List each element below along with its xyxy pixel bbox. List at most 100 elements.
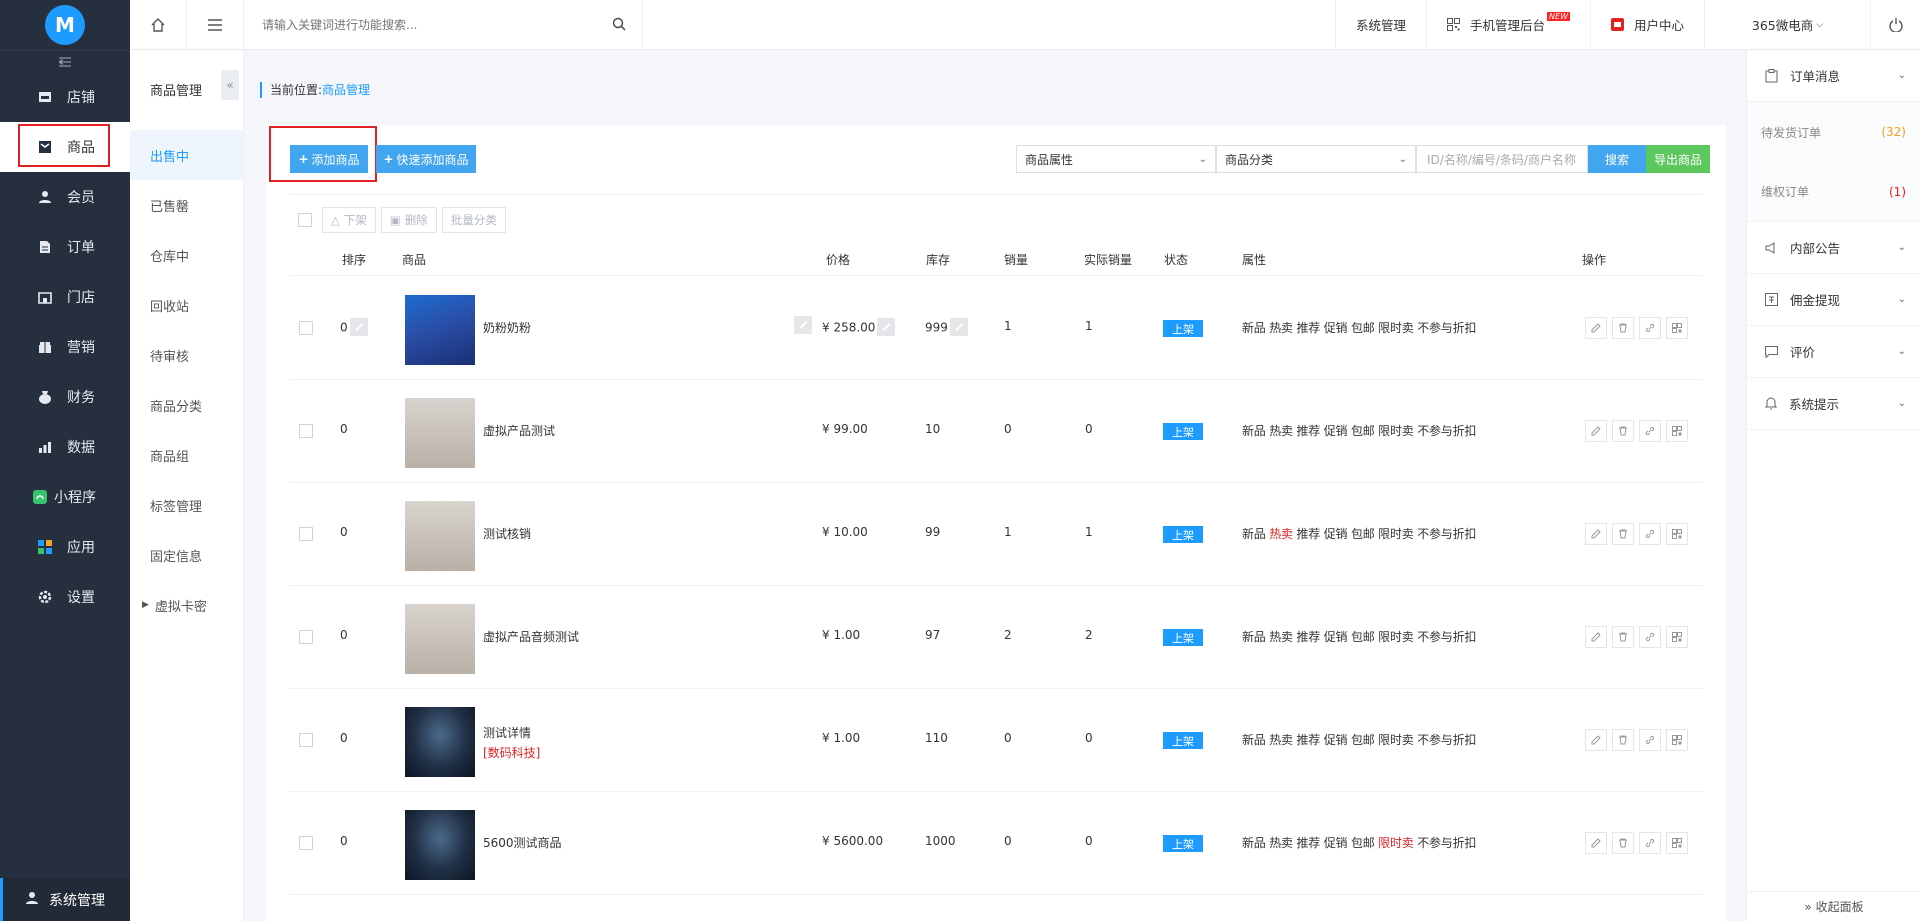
link-icon[interactable] — [1639, 420, 1661, 442]
status-badge[interactable]: 上架 — [1163, 320, 1203, 337]
edit-icon[interactable] — [349, 318, 368, 336]
attr-tag[interactable]: 包邮 — [1351, 424, 1375, 438]
search-icon[interactable] — [612, 17, 626, 35]
product-name[interactable]: 虚拟产品音频测试 — [483, 628, 579, 645]
edit-icon[interactable] — [1585, 317, 1607, 339]
product-image[interactable] — [405, 604, 475, 674]
attr-tag[interactable]: 新品 — [1242, 630, 1266, 644]
qrcode-icon[interactable] — [1666, 626, 1688, 648]
stock-value[interactable]: 99 — [925, 525, 940, 539]
header-real-sales[interactable]: 实际销量 — [1084, 251, 1132, 268]
trash-icon[interactable] — [1612, 626, 1634, 648]
product-name[interactable]: 奶粉奶粉 — [483, 319, 531, 336]
subnav-item-group[interactable]: 商品组 — [130, 430, 243, 480]
edit-icon[interactable] — [1585, 832, 1607, 854]
subnav-item-sold-out[interactable]: 已售罄 — [130, 180, 243, 230]
trash-icon[interactable] — [1612, 523, 1634, 545]
off-shelf-button[interactable]: △ 下架 — [322, 207, 376, 233]
sort-value[interactable]: 0 — [340, 318, 368, 337]
attr-tag[interactable]: 热卖 — [1269, 321, 1293, 335]
search-button[interactable]: 搜索 — [1588, 145, 1646, 173]
product-image[interactable] — [405, 295, 475, 365]
goods-category-select[interactable]: 商品分类 ⌄ — [1216, 145, 1416, 173]
sort-value[interactable]: 0 — [340, 525, 348, 539]
attr-tag[interactable]: 新品 — [1242, 424, 1266, 438]
product-name[interactable]: 测试详情 — [483, 724, 531, 741]
sort-value[interactable]: 0 — [340, 422, 348, 436]
product-name[interactable]: 虚拟产品测试 — [483, 422, 555, 439]
link-icon[interactable] — [1639, 523, 1661, 545]
sort-value[interactable]: 0 — [340, 731, 348, 745]
attr-tag[interactable]: 限时卖 — [1378, 733, 1414, 747]
sidebar-system-management[interactable]: 系统管理 — [0, 878, 130, 921]
order-message-section[interactable]: 订单消息 ⌄ — [1747, 50, 1920, 102]
commission-section[interactable]: 佣金提现 ⌄ — [1747, 274, 1920, 326]
attr-tag[interactable]: 推荐 — [1296, 836, 1320, 850]
status-badge[interactable]: 上架 — [1163, 835, 1203, 852]
sidebar-item-order[interactable]: 订单 — [0, 222, 130, 272]
header-sort[interactable]: 排序 — [342, 251, 366, 268]
attr-tag[interactable]: 热卖 — [1269, 630, 1293, 644]
header-sales[interactable]: 销量 — [1004, 251, 1028, 268]
trash-icon[interactable] — [1612, 317, 1634, 339]
status-badge[interactable]: 上架 — [1163, 732, 1203, 749]
product-name[interactable]: 5600测试商品 — [483, 834, 562, 851]
sort-value[interactable]: 0 — [340, 834, 348, 848]
attr-tag[interactable]: 新品 — [1242, 733, 1266, 747]
edit-icon[interactable] — [1585, 626, 1607, 648]
link-icon[interactable] — [1639, 626, 1661, 648]
add-goods-button[interactable]: + 添加商品 — [290, 145, 368, 173]
attr-tag[interactable]: 推荐 — [1296, 630, 1320, 644]
breadcrumb-current[interactable]: 商品管理 — [322, 83, 370, 97]
shop-switcher[interactable]: 365微电商 ⌵ — [1704, 0, 1870, 50]
status-badge[interactable]: 上架 — [1163, 423, 1203, 440]
qrcode-icon[interactable] — [1666, 523, 1688, 545]
attr-tag[interactable]: 限时卖 — [1378, 424, 1414, 438]
edit-icon[interactable] — [1585, 420, 1607, 442]
header-price[interactable]: 价格 — [826, 251, 850, 268]
attr-tag[interactable]: 推荐 — [1296, 424, 1320, 438]
attr-tag[interactable]: 热卖 — [1269, 836, 1293, 850]
link-icon[interactable] — [1639, 317, 1661, 339]
sidebar-item-marketing[interactable]: 营销 — [0, 322, 130, 372]
attr-tag[interactable]: 促销 — [1324, 630, 1348, 644]
row-checkbox[interactable] — [299, 836, 313, 850]
product-image[interactable] — [405, 810, 475, 880]
batch-category-button[interactable]: 批量分类 — [441, 207, 506, 233]
price-value[interactable]: ¥ 1.00 — [822, 628, 860, 642]
subnav-item-on-sale[interactable]: 出售中 — [130, 130, 243, 180]
attr-tag[interactable]: 推荐 — [1296, 733, 1320, 747]
goods-attr-select[interactable]: 商品属性 ⌄ — [1016, 145, 1216, 173]
attr-tag[interactable]: 新品 — [1242, 527, 1266, 541]
edit-name-icon[interactable] — [792, 316, 812, 335]
qrcode-icon[interactable] — [1666, 317, 1688, 339]
attr-tag[interactable]: 不参与折扣 — [1417, 630, 1476, 644]
product-name[interactable]: 测试核销 — [483, 525, 531, 542]
attr-tag[interactable]: 热卖 — [1269, 733, 1293, 747]
rights-order-row[interactable]: 维权订单 (1) — [1747, 162, 1920, 222]
link-icon[interactable] — [1639, 729, 1661, 751]
quick-add-goods-button[interactable]: + 快速添加商品 — [376, 145, 476, 173]
attr-tag[interactable]: 限时卖 — [1378, 836, 1414, 850]
stock-value[interactable]: 1000 — [925, 834, 956, 848]
attr-tag[interactable]: 推荐 — [1296, 527, 1320, 541]
edit-icon[interactable] — [1585, 523, 1607, 545]
subnav-item-recycle[interactable]: 回收站 — [130, 280, 243, 330]
export-goods-button[interactable]: 导出商品 — [1646, 145, 1710, 173]
attr-tag[interactable]: 热卖 — [1269, 527, 1293, 541]
attr-tag[interactable]: 新品 — [1242, 836, 1266, 850]
select-all-checkbox[interactable] — [298, 213, 312, 227]
attr-tag[interactable]: 不参与折扣 — [1417, 527, 1476, 541]
subnav-item-fixed-info[interactable]: 固定信息 — [130, 530, 243, 580]
sidebar-item-store[interactable]: 门店 — [0, 272, 130, 322]
row-checkbox[interactable] — [299, 733, 313, 747]
row-checkbox[interactable] — [299, 424, 313, 438]
edit-icon[interactable] — [1585, 729, 1607, 751]
attr-tag[interactable]: 不参与折扣 — [1417, 321, 1476, 335]
row-checkbox[interactable] — [299, 527, 313, 541]
collapse-panel-button[interactable]: » 收起面板 — [1747, 891, 1920, 921]
system-tip-section[interactable]: 系统提示 ⌄ — [1747, 378, 1920, 430]
notice-section[interactable]: 内部公告 ⌄ — [1747, 222, 1920, 274]
attr-tag[interactable]: 促销 — [1324, 424, 1348, 438]
row-checkbox[interactable] — [299, 321, 313, 335]
